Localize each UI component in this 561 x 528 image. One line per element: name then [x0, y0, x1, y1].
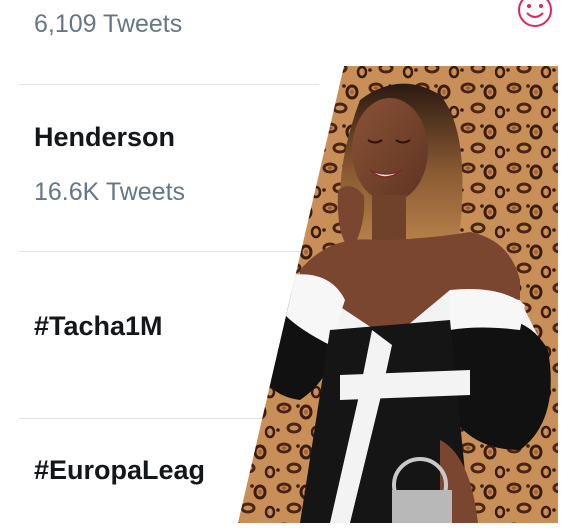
overlay-photo-layer [0, 0, 561, 523]
woman-photo-image [238, 66, 558, 523]
